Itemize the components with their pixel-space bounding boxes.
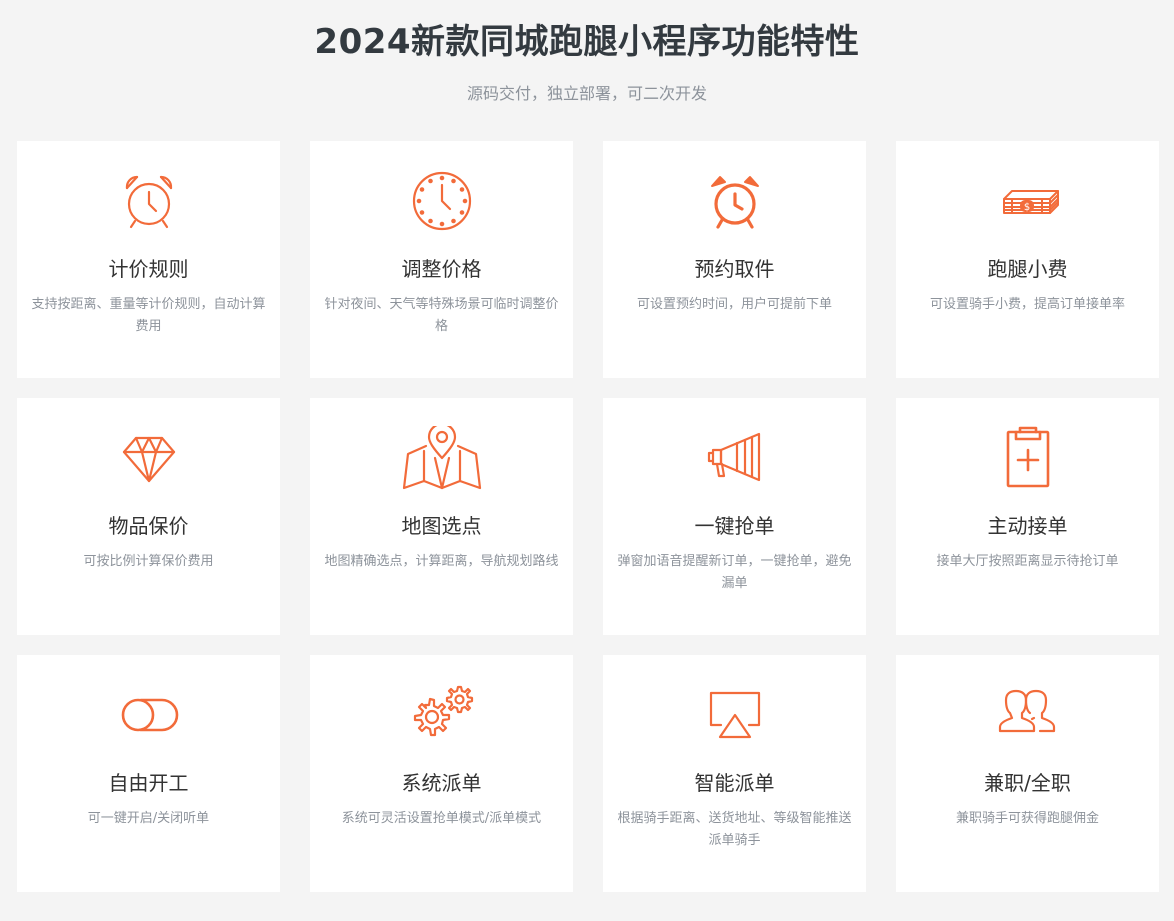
svg-text:$: $: [1023, 202, 1029, 213]
alarm-clock-icon: [17, 169, 280, 233]
feature-card-part-full-time[interactable]: 兼职/全职 兼职骑手可获得跑腿佣金: [896, 655, 1159, 892]
map-pin-icon: [310, 426, 573, 490]
feature-card-system-dispatch[interactable]: 系统派单 系统可灵活设置抢单模式/派单模式: [310, 655, 573, 892]
feature-desc: 支持按距离、重量等计价规则，自动计算费用: [31, 297, 266, 334]
feature-desc: 可设置骑手小费，提高订单接单率: [929, 297, 1125, 312]
gears-icon: [310, 683, 573, 747]
page-subtitle: 源码交付，独立部署，可二次开发: [466, 84, 707, 103]
airplay-icon: [603, 683, 866, 747]
feature-title: 一键抢单: [694, 514, 775, 538]
feature-title: 物品保价: [108, 514, 189, 538]
feature-card-smart-dispatch[interactable]: 智能派单 根据骑手距离、送货地址、等级智能推送派单骑手: [603, 655, 866, 892]
feature-desc: 弹窗加语音提醒新订单，一键抢单，避免漏单: [617, 554, 852, 591]
feature-title: 系统派单: [401, 771, 482, 795]
feature-card-pricing-rules[interactable]: 计价规则 支持按距离、重量等计价规则，自动计算费用: [17, 141, 280, 378]
feature-desc: 针对夜间、天气等特殊场景可临时调整价格: [324, 297, 559, 334]
clock-icon: [310, 169, 573, 233]
feature-card-free-start[interactable]: 自由开工 可一键开启/关闭听单: [17, 655, 280, 892]
feature-desc: 系统可灵活设置抢单模式/派单模式: [341, 811, 542, 826]
page-title: 2024新款同城跑腿小程序功能特性: [314, 22, 860, 62]
feature-title: 自由开工: [108, 771, 189, 795]
feature-title: 调整价格: [401, 257, 482, 281]
feature-desc: 可设置预约时间，用户可提前下单: [636, 297, 832, 312]
feature-grid: 计价规则 支持按距离、重量等计价规则，自动计算费用 调整价格 针对夜间、天气等特…: [17, 141, 1159, 892]
feature-card-adjust-price[interactable]: 调整价格 针对夜间、天气等特殊场景可临时调整价格: [310, 141, 573, 378]
diamond-icon: [17, 426, 280, 490]
feature-title: 主动接单: [987, 514, 1068, 538]
money-stack-icon: $: [896, 169, 1159, 233]
clipboard-plus-icon: [896, 426, 1159, 490]
feature-desc: 可一键开启/关闭听单: [87, 811, 210, 826]
feature-title: 智能派单: [694, 771, 775, 795]
users-icon: [896, 683, 1159, 747]
feature-card-insured-value[interactable]: 物品保价 可按比例计算保价费用: [17, 398, 280, 635]
megaphone-icon: [603, 426, 866, 490]
bell-alarm-icon: [603, 169, 866, 233]
feature-desc: 接单大厅按照距离显示待抢订单: [936, 554, 1119, 569]
feature-title: 跑腿小费: [987, 257, 1068, 281]
feature-title: 预约取件: [694, 257, 775, 281]
feature-title: 计价规则: [108, 257, 189, 281]
feature-card-grab-order[interactable]: 一键抢单 弹窗加语音提醒新订单，一键抢单，避免漏单: [603, 398, 866, 635]
feature-desc: 根据骑手距离、送货地址、等级智能推送派单骑手: [617, 811, 852, 848]
feature-card-accept-order[interactable]: 主动接单 接单大厅按照距离显示待抢订单: [896, 398, 1159, 635]
feature-title: 地图选点: [401, 514, 482, 538]
feature-card-map-location[interactable]: 地图选点 地图精确选点，计算距离，导航规划路线: [310, 398, 573, 635]
feature-card-tip[interactable]: $ 跑腿小费 可设置骑手小费，提高订单接单率: [896, 141, 1159, 378]
feature-title: 兼职/全职: [984, 771, 1071, 795]
feature-desc: 地图精确选点，计算距离，导航规划路线: [324, 554, 559, 569]
feature-desc: 兼职骑手可获得跑腿佣金: [955, 811, 1099, 826]
feature-card-scheduled-pickup[interactable]: 预约取件 可设置预约时间，用户可提前下单: [603, 141, 866, 378]
toggle-icon: [17, 683, 280, 747]
feature-desc: 可按比例计算保价费用: [83, 554, 214, 569]
